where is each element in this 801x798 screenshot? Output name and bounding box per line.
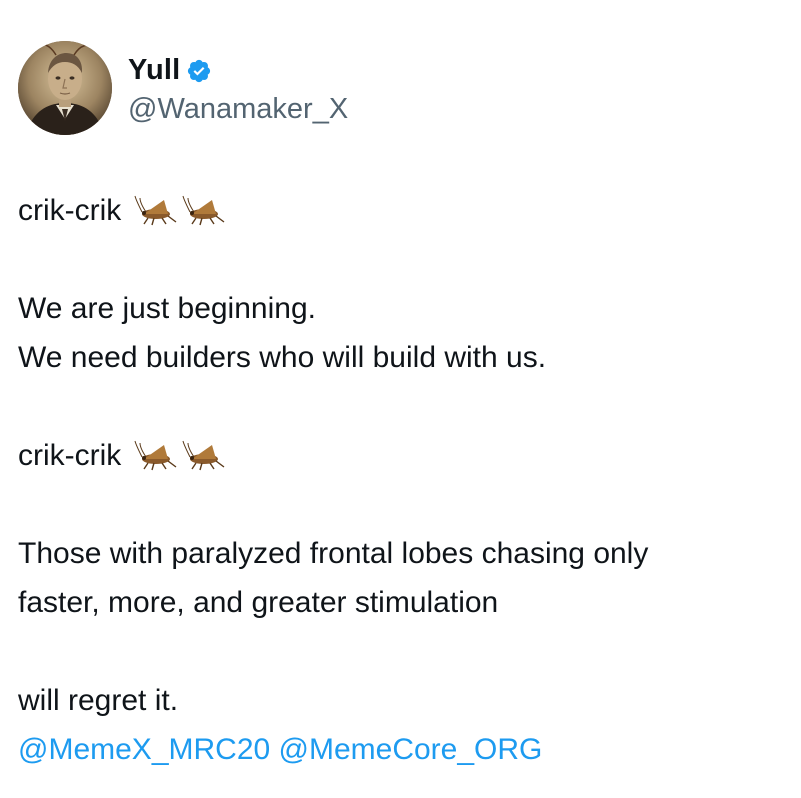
text-line: crik-crik — [18, 431, 793, 480]
name-row: Yull — [128, 51, 348, 91]
text-line: We are just beginning. — [18, 292, 316, 325]
text-line: Those with paralyzed frontal lobes chasi… — [18, 537, 649, 570]
tweet-header: Yull @Wanamaker_X — [18, 40, 348, 136]
display-name[interactable]: Yull — [128, 54, 180, 87]
portrait-image — [18, 41, 112, 135]
mentions-line: @MemeX_MRC20 @MemeCore_ORG — [18, 725, 793, 774]
cricket-icon — [134, 437, 178, 471]
author-info: Yull @Wanamaker_X — [128, 51, 348, 126]
tweet-text: crik-crik We are just beginning. We need… — [18, 186, 793, 774]
cricket-icon — [134, 192, 178, 226]
cricket-icon — [182, 192, 226, 226]
mention-link[interactable]: @MemeCore_ORG — [279, 733, 543, 766]
verified-badge-icon — [186, 58, 212, 84]
text-line: faster, more, and greater stimulation — [18, 586, 499, 619]
avatar[interactable] — [18, 41, 112, 135]
text-line: crik-crik — [18, 186, 793, 235]
cricket-icon — [182, 437, 226, 471]
handle[interactable]: @Wanamaker_X — [128, 93, 348, 126]
tweet-card: Yull @Wanamaker_X crik-crik We are just … — [0, 0, 801, 798]
text-line: We need builders who will build with us. — [18, 341, 547, 374]
text-line: will regret it. — [18, 684, 179, 717]
mention-link[interactable]: @MemeX_MRC20 — [18, 733, 270, 766]
